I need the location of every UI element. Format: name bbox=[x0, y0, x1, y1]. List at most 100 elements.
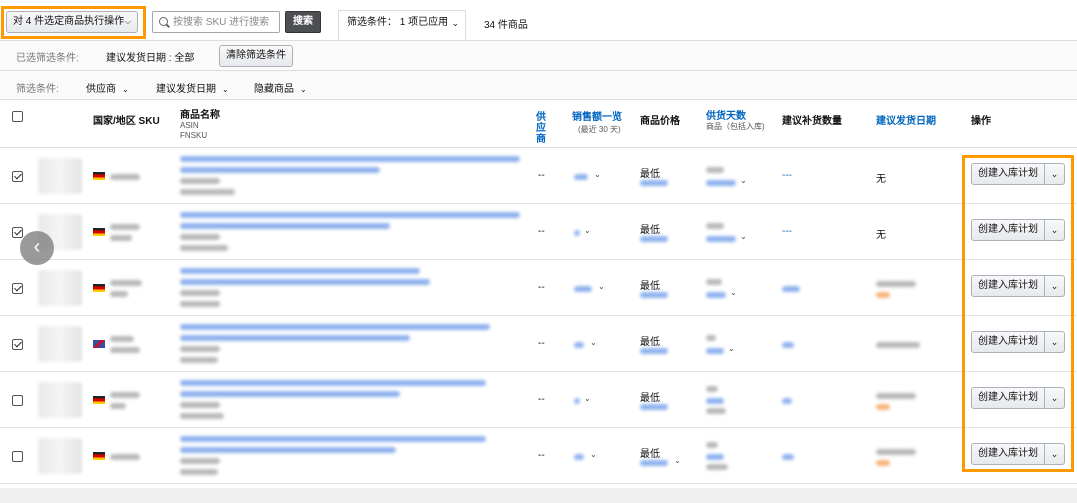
chevron-down-icon: ⌄ bbox=[122, 85, 129, 94]
product-image bbox=[38, 270, 82, 306]
asin-redacted bbox=[180, 346, 220, 352]
row-checkbox[interactable] bbox=[12, 171, 23, 182]
filter-tab[interactable]: 筛选条件： 1 项已应用 ⌄ bbox=[338, 10, 466, 40]
row-checkbox[interactable] bbox=[12, 451, 23, 462]
scroll-left-button[interactable]: ‹ bbox=[20, 231, 54, 265]
chevron-down-icon[interactable]: ⌄ bbox=[730, 288, 737, 297]
supply-days-detail-redacted[interactable] bbox=[706, 398, 724, 404]
asin-redacted bbox=[180, 458, 220, 464]
supply-days-detail-redacted[interactable] bbox=[706, 454, 724, 460]
sales-redacted[interactable] bbox=[574, 174, 588, 180]
table-header: 国家/地区 SKU 商品名称 ASIN FNSKU 供应商 销售额一览 (最近 … bbox=[0, 104, 1077, 148]
chevron-down-icon[interactable]: ⌄ bbox=[584, 226, 591, 235]
row-checkbox[interactable] bbox=[12, 227, 23, 238]
chevron-down-icon[interactable]: ⌄ bbox=[598, 282, 605, 291]
flag-de-icon bbox=[93, 228, 105, 236]
header-supply-days-label[interactable]: 供货天数 bbox=[706, 111, 746, 122]
filter-hidden-items[interactable]: 隐藏商品 ⌄ bbox=[254, 80, 307, 95]
chevron-down-icon[interactable]: ⌄ bbox=[728, 344, 735, 353]
sales-redacted[interactable] bbox=[574, 398, 580, 404]
sales-redacted[interactable] bbox=[574, 454, 584, 460]
asin-redacted bbox=[180, 290, 220, 296]
product-title-redacted[interactable] bbox=[180, 436, 486, 442]
clear-filters-button[interactable]: 清除筛选条件 bbox=[219, 45, 293, 67]
sales-redacted[interactable] bbox=[574, 286, 592, 292]
ship-date-value: 无 bbox=[876, 230, 886, 241]
price-redacted[interactable] bbox=[640, 292, 668, 298]
chevron-down-icon[interactable]: ⌄ bbox=[584, 394, 591, 403]
search-input[interactable] bbox=[173, 14, 277, 30]
product-title-redacted-2[interactable] bbox=[180, 279, 430, 285]
price-redacted[interactable] bbox=[640, 404, 668, 410]
bulk-action-button[interactable]: 对 4 件选定商品执行操作 ⌵ bbox=[6, 11, 138, 33]
flag-de-icon bbox=[93, 452, 105, 460]
supply-days-detail-redacted[interactable] bbox=[706, 180, 736, 186]
row-checkbox[interactable] bbox=[12, 283, 23, 294]
price-redacted[interactable] bbox=[640, 180, 668, 186]
header-ship-date[interactable]: 建议发货日期 bbox=[876, 112, 936, 127]
sku-redacted-2 bbox=[110, 235, 132, 241]
product-title-redacted[interactable] bbox=[180, 156, 520, 162]
price-label: 最低 bbox=[640, 337, 660, 348]
product-title-redacted-2[interactable] bbox=[180, 335, 410, 341]
replenish-qty[interactable]: --- bbox=[782, 170, 792, 181]
chevron-left-icon: ‹ bbox=[33, 236, 41, 258]
chevron-down-icon[interactable]: ⌄ bbox=[590, 338, 597, 347]
header-sales-label[interactable]: 销售额一览 bbox=[572, 112, 622, 123]
product-title-redacted-2[interactable] bbox=[180, 223, 390, 229]
filter-ship-date[interactable]: 建议发货日期 ⌄ bbox=[156, 80, 229, 95]
search-button[interactable]: 搜索 bbox=[285, 11, 321, 33]
supply-days-redacted bbox=[706, 279, 722, 285]
supplier-value: -- bbox=[538, 282, 545, 293]
price-label: 最低 bbox=[640, 281, 660, 292]
row-checkbox[interactable] bbox=[12, 395, 23, 406]
chevron-down-icon[interactable]: ⌄ bbox=[594, 170, 601, 179]
product-title-redacted[interactable] bbox=[180, 212, 520, 218]
applied-filters-label: 已选筛选条件: bbox=[16, 53, 79, 64]
product-title-redacted[interactable] bbox=[180, 268, 420, 274]
header-supplier[interactable]: 供应商 bbox=[536, 112, 554, 145]
chevron-down-icon[interactable]: ⌄ bbox=[590, 450, 597, 459]
sales-redacted[interactable] bbox=[574, 230, 580, 236]
supply-days-detail-redacted[interactable] bbox=[706, 292, 726, 298]
filter-supplier[interactable]: 供应商 ⌄ bbox=[86, 80, 129, 95]
product-title-redacted-2[interactable] bbox=[180, 447, 396, 453]
supply-days-redacted bbox=[706, 335, 716, 341]
ship-date-value: 无 bbox=[876, 174, 886, 185]
select-all-checkbox[interactable] bbox=[12, 111, 23, 122]
replenish-qty-redacted[interactable] bbox=[782, 286, 800, 292]
replenish-qty-redacted[interactable] bbox=[782, 342, 794, 348]
price-label: 最低 bbox=[640, 449, 660, 460]
fnsku-redacted bbox=[180, 301, 220, 307]
replenish-qty-redacted[interactable] bbox=[782, 398, 792, 404]
flag-uk-icon bbox=[93, 340, 105, 348]
sales-redacted[interactable] bbox=[574, 342, 584, 348]
supply-days-detail-redacted[interactable] bbox=[706, 348, 724, 354]
row-checkbox[interactable] bbox=[12, 339, 23, 350]
price-redacted[interactable] bbox=[640, 348, 668, 354]
filter-bar: 筛选条件: 供应商 ⌄ 建议发货日期 ⌄ 隐藏商品 ⌄ bbox=[0, 70, 1077, 100]
price-redacted[interactable] bbox=[640, 460, 668, 466]
price-redacted[interactable] bbox=[640, 236, 668, 242]
header-asin: ASIN bbox=[180, 121, 199, 130]
replenish-qty[interactable]: --- bbox=[782, 226, 792, 237]
supplier-value: -- bbox=[538, 338, 545, 349]
table-row: -- ⌄ 最低 ⌄ 创建入库计划 ⌄ bbox=[0, 316, 1077, 372]
chevron-down-icon[interactable]: ⌄ bbox=[740, 232, 747, 241]
search-box bbox=[152, 11, 280, 33]
chevron-down-icon[interactable]: ⌄ bbox=[674, 456, 681, 465]
supply-days-redacted bbox=[706, 223, 724, 229]
replenish-qty-redacted[interactable] bbox=[782, 454, 794, 460]
asin-redacted bbox=[180, 178, 220, 184]
product-count: 34 件商品 bbox=[484, 20, 528, 31]
header-country-sku: 国家/地区 SKU bbox=[93, 116, 160, 127]
supply-days-detail-redacted[interactable] bbox=[706, 236, 736, 242]
product-title-redacted-2[interactable] bbox=[180, 391, 400, 397]
price-label: 最低 bbox=[640, 393, 660, 404]
supply-days-extra-redacted bbox=[706, 464, 728, 470]
supplier-value: -- bbox=[538, 394, 545, 405]
product-title-redacted-2[interactable] bbox=[180, 167, 380, 173]
product-title-redacted[interactable] bbox=[180, 324, 490, 330]
product-title-redacted[interactable] bbox=[180, 380, 486, 386]
chevron-down-icon[interactable]: ⌄ bbox=[740, 176, 747, 185]
